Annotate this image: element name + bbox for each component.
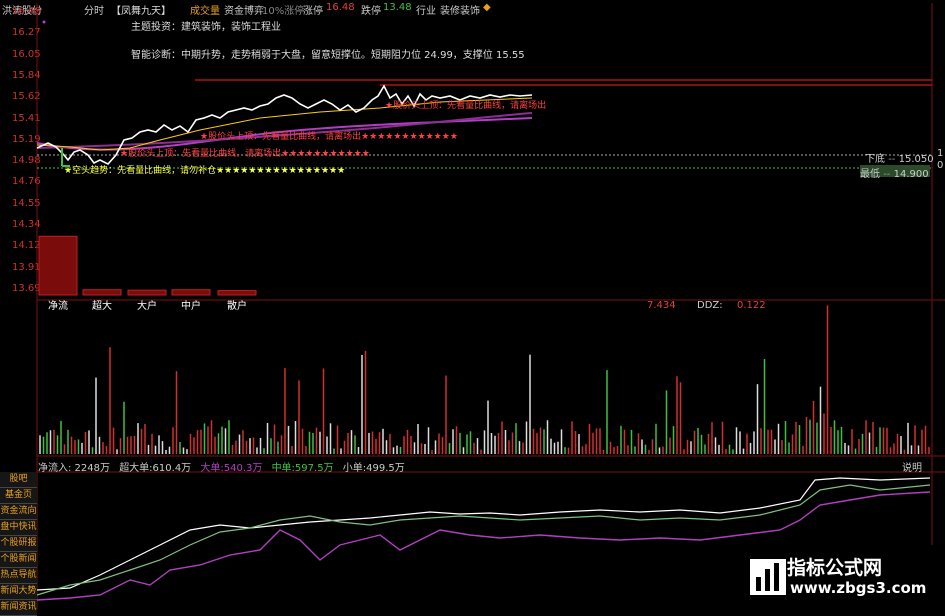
- lower-level-label: 下底: [865, 154, 885, 165]
- ddz-label: DDZ:: [697, 300, 723, 311]
- fund-bar: [127, 289, 167, 296]
- sidebar-item-market-news[interactable]: 新闻大势: [0, 584, 37, 600]
- fund-bar-label: 中户: [181, 301, 201, 312]
- fund-bar-group: [38, 235, 257, 296]
- fund-bar-label: 大户: [137, 301, 157, 312]
- watermark-title: 指标公式网: [787, 557, 883, 579]
- flow-stats: 净流入: 2248万 超大单:610.4万 大单:540.3万 中单:597.5…: [38, 459, 405, 474]
- sidebar-item-guba[interactable]: 股吧: [0, 472, 37, 488]
- dot-marker: [42, 20, 46, 24]
- fund-bar: [82, 289, 122, 296]
- logo-icon: [750, 559, 786, 595]
- left-sidebar: 股吧 基金页 资金流向 盘中快讯 个股研报 个股新闻 热点导航 新闻大势 新闻资…: [0, 472, 37, 616]
- fund-bar: [38, 235, 78, 296]
- fund-bar-label: 散户: [227, 301, 247, 312]
- flow-large: 大单:540.3万: [200, 463, 263, 474]
- upper-level-value: 14.900: [893, 169, 929, 180]
- watermark: 指标公式网 www.zbgs3.com: [742, 545, 945, 609]
- sidebar-item-news-flash[interactable]: 盘中快讯: [0, 520, 37, 536]
- ddz-value: 0.122: [737, 300, 766, 311]
- sidebar-item-stock-news[interactable]: 个股新闻: [0, 552, 37, 568]
- volume-bar-group: [39, 305, 930, 454]
- ddz-left-value: 7.434: [647, 300, 676, 311]
- signal-1: ★股价头上顶：先看量比曲线，请离场出★★★★★★★★★★★★: [200, 132, 458, 142]
- right-axis-0: 0: [937, 160, 944, 171]
- signal-2: ★股价头上顶：先看量比曲线，请离场出★★★★★★★★★★★: [120, 149, 370, 159]
- watermark-url: www.zbgs3.com: [790, 579, 927, 597]
- sidebar-item-hot-nav[interactable]: 热点导航: [0, 568, 37, 584]
- flow-medium: 中单:597.5万: [271, 463, 334, 474]
- signal-3: ★股价头上顶：先看量比曲线，请离场出: [385, 101, 547, 111]
- sidebar-item-flow[interactable]: 资金流向: [0, 504, 37, 520]
- sidebar-item-fund[interactable]: 基金页: [0, 488, 37, 504]
- right-axis-1: 1: [937, 148, 944, 159]
- lower-level: 下底 -- 15.050: [865, 154, 934, 165]
- sidebar-item-report[interactable]: 个股研报: [0, 536, 37, 552]
- fund-bar-label: 超大: [92, 301, 112, 312]
- help-button[interactable]: 说明: [902, 459, 922, 474]
- fund-bar-label: 净流: [48, 301, 68, 312]
- signal-4: ★空头趋势：先看量比曲线，请勿补仓★★★★★★★★★★★★★★★★: [64, 166, 346, 176]
- flow-net: 净流入: 2248万: [38, 463, 110, 474]
- flow-super: 超大单:610.4万: [119, 463, 192, 474]
- sidebar-item-news-info[interactable]: 新闻资讯: [0, 600, 37, 616]
- upper-level: 最低 -- 14.900: [860, 165, 930, 180]
- flow-small: 小单:499.5万: [342, 463, 405, 474]
- fund-bar: [171, 289, 211, 296]
- lower-level-value: 15.050: [898, 154, 934, 165]
- fund-bar: [217, 290, 257, 296]
- upper-level-label: 最低: [860, 169, 880, 180]
